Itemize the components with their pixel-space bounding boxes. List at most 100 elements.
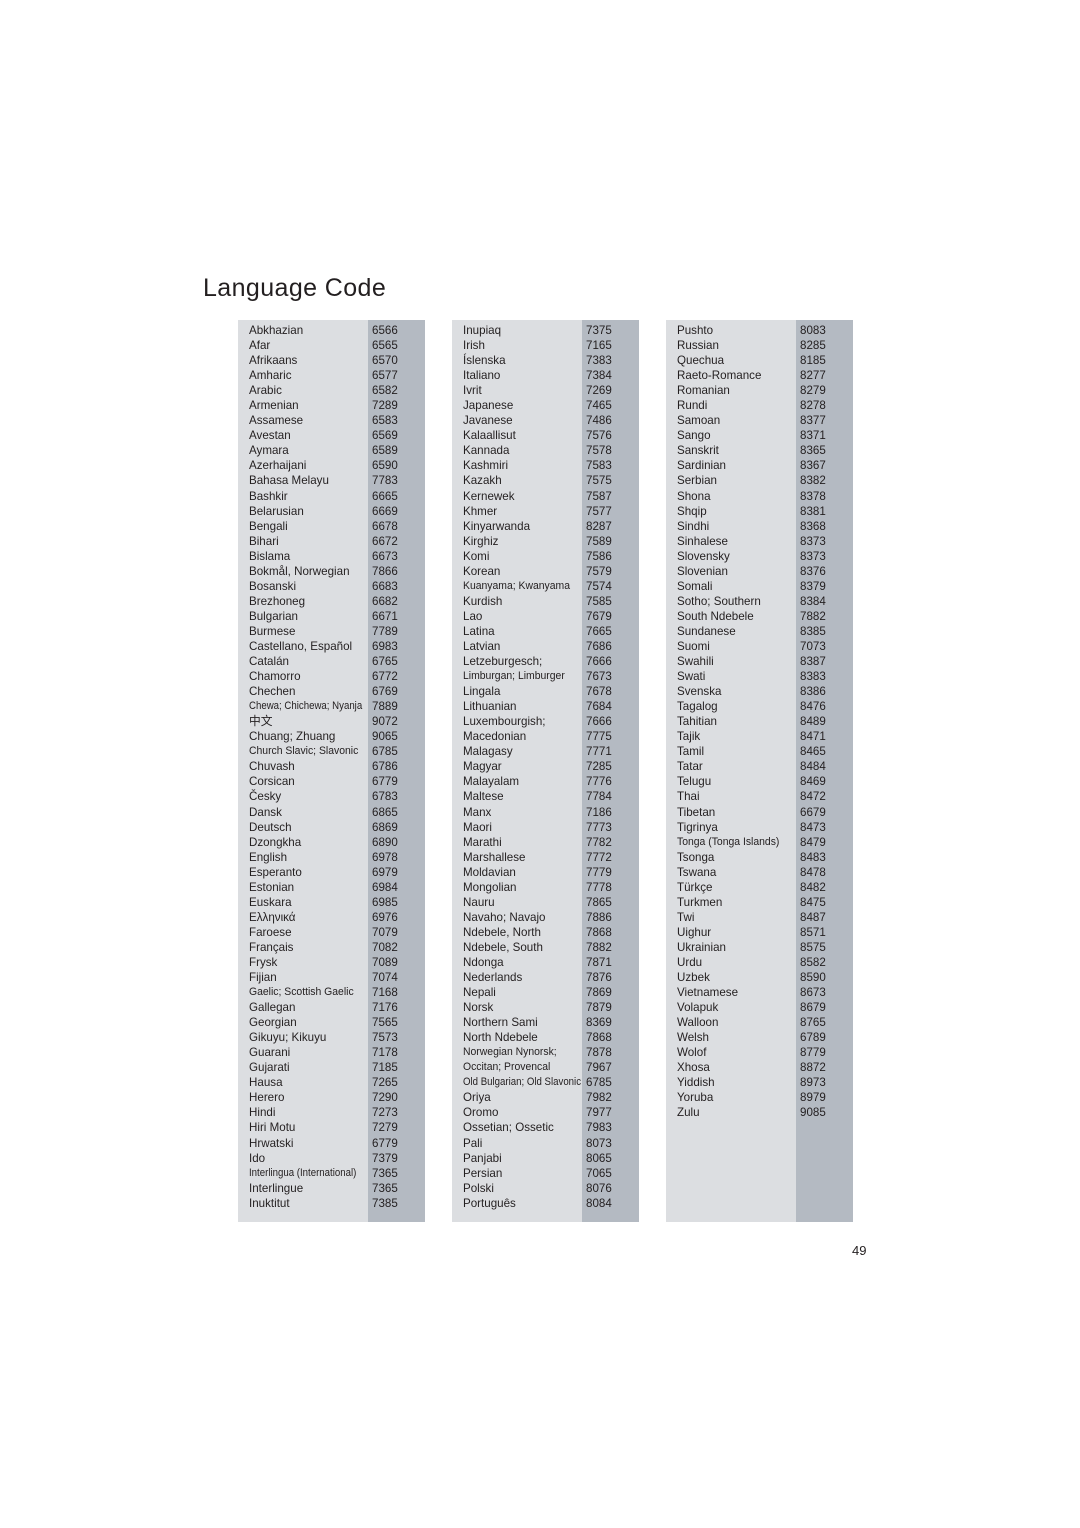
language-name: Français xyxy=(249,940,294,954)
language-name: Latvian xyxy=(463,639,501,653)
language-name: Azerhaijani xyxy=(249,459,307,473)
table-row: Samoan 8377 xyxy=(666,413,853,428)
table-row: Latina 7665 xyxy=(452,624,639,639)
language-code: 7273 xyxy=(372,1106,398,1120)
language-code: 8582 xyxy=(800,955,826,969)
table-row: Oriya 7982 xyxy=(452,1090,639,1105)
language-name: Kernewek xyxy=(463,489,515,503)
language-name: Nederlands xyxy=(463,971,523,985)
language-code: 6865 xyxy=(372,805,398,819)
language-code-table-column-2: Inupiaq 7375 Irish 7165 Íslenska 7383 Italiano… xyxy=(452,320,639,1222)
language-code: 6589 xyxy=(372,444,398,458)
table-row: Telugu 8469 xyxy=(666,774,853,789)
table-row: Tswana 8478 xyxy=(666,865,853,880)
language-code: 7789 xyxy=(372,624,398,638)
language-name: Arabic xyxy=(249,384,282,398)
table-row: Ελληνικά 6976 xyxy=(238,910,425,925)
language-code: 7983 xyxy=(586,1121,612,1135)
language-code: 6566 xyxy=(372,324,398,337)
table-row: Oromo 7977 xyxy=(452,1105,639,1120)
table-row: Manx 7186 xyxy=(452,805,639,820)
language-name: Kannada xyxy=(463,444,510,458)
table-row: Afar 6565 xyxy=(238,338,425,353)
language-name: Lithuanian xyxy=(463,700,517,714)
table-row: Gikuyu; Kikuyu 7573 xyxy=(238,1030,425,1045)
language-code: 7082 xyxy=(372,940,398,954)
table-row: Dzongkha 6890 xyxy=(238,835,425,850)
table-row: Euskara 6985 xyxy=(238,895,425,910)
table-row: Sanskrit 8365 xyxy=(666,443,853,458)
table-row: Frysk 7089 xyxy=(238,955,425,970)
language-code: 8083 xyxy=(800,324,826,337)
language-name: Oriya xyxy=(463,1091,491,1105)
table-row: Nepali 7869 xyxy=(452,985,639,1000)
language-name: Brezhoneg xyxy=(249,594,306,608)
language-code: 6785 xyxy=(372,745,398,759)
language-code: 7589 xyxy=(586,534,612,548)
table-row: Xhosa 8872 xyxy=(666,1060,853,1075)
language-code: 9085 xyxy=(800,1106,826,1120)
language-code: 8571 xyxy=(800,925,826,939)
language-name: Pali xyxy=(463,1136,483,1150)
language-name: Komi xyxy=(463,549,490,563)
table-row: Korean 7579 xyxy=(452,564,639,579)
language-code: 6772 xyxy=(372,670,398,684)
language-code: 7868 xyxy=(586,925,612,939)
language-code: 6765 xyxy=(372,655,398,669)
table-row: Marathi 7782 xyxy=(452,835,639,850)
table-row: Esperanto 6979 xyxy=(238,865,425,880)
table-row: Kirghiz 7589 xyxy=(452,534,639,549)
language-name: Mongolian xyxy=(463,880,517,894)
language-name: Oromo xyxy=(463,1106,499,1120)
table-row: Sotho; Southern 8384 xyxy=(666,594,853,609)
table-row: Bahasa Melayu 7783 xyxy=(238,473,425,488)
language-name: Malagasy xyxy=(463,745,513,759)
language-name: Chamorro xyxy=(249,670,301,684)
table-row: Persian 7065 xyxy=(452,1166,639,1181)
language-name: Hrwatski xyxy=(249,1136,294,1150)
language-name: Ndebele, North xyxy=(463,925,541,939)
table-row: Italiano 7384 xyxy=(452,368,639,383)
language-code: 8489 xyxy=(800,715,826,729)
language-name: Herero xyxy=(249,1091,285,1105)
table-row: Interlingua (International) 7365 xyxy=(238,1166,425,1181)
language-name: Khmer xyxy=(463,504,498,518)
table-row: Fijian 7074 xyxy=(238,970,425,985)
language-name: Samoan xyxy=(677,414,721,428)
language-name: Bengali xyxy=(249,519,288,533)
table-row: Bengali 6678 xyxy=(238,519,425,534)
language-name: Chewa; Chichewa; Nyanja xyxy=(249,700,363,713)
table-row: Latvian 7686 xyxy=(452,639,639,654)
language-name: Northern Sami xyxy=(463,1016,538,1030)
table-row: Occitan; Provencal 7967 xyxy=(452,1060,639,1075)
language-name: Pushto xyxy=(677,324,714,337)
table-row: Slovenian 8376 xyxy=(666,564,853,579)
language-name: Somali xyxy=(677,579,713,593)
table-row: Luxembourgish; 7666 xyxy=(452,714,639,729)
language-code: 7866 xyxy=(372,564,398,578)
language-name: Nauru xyxy=(463,895,495,909)
language-name: Persian xyxy=(463,1166,503,1180)
language-name: Uighur xyxy=(677,925,712,939)
language-name: Sindhi xyxy=(677,519,710,533)
language-name: Tibetan xyxy=(677,805,716,819)
table-row: Bulgarian 6671 xyxy=(238,609,425,624)
table-row: Georgian 7565 xyxy=(238,1015,425,1030)
table-row: Ido 7379 xyxy=(238,1151,425,1166)
language-code: 8386 xyxy=(800,685,826,699)
language-code: 8476 xyxy=(800,700,826,714)
language-code: 7585 xyxy=(586,594,612,608)
language-name: Bislama xyxy=(249,549,291,563)
language-name: Assamese xyxy=(249,414,304,428)
language-name: Turkmen xyxy=(677,895,723,909)
language-name: Urdu xyxy=(677,955,703,969)
language-name: Sotho; Southern xyxy=(677,594,761,608)
language-name: Uzbek xyxy=(677,971,710,985)
table-row: Slovensky 8373 xyxy=(666,549,853,564)
language-code: 7577 xyxy=(586,504,612,518)
language-code: 7578 xyxy=(586,444,612,458)
language-code: 8381 xyxy=(800,504,826,518)
table-row: Malagasy 7771 xyxy=(452,744,639,759)
language-code: 7977 xyxy=(586,1106,612,1120)
table-row: Arabic 6582 xyxy=(238,383,425,398)
